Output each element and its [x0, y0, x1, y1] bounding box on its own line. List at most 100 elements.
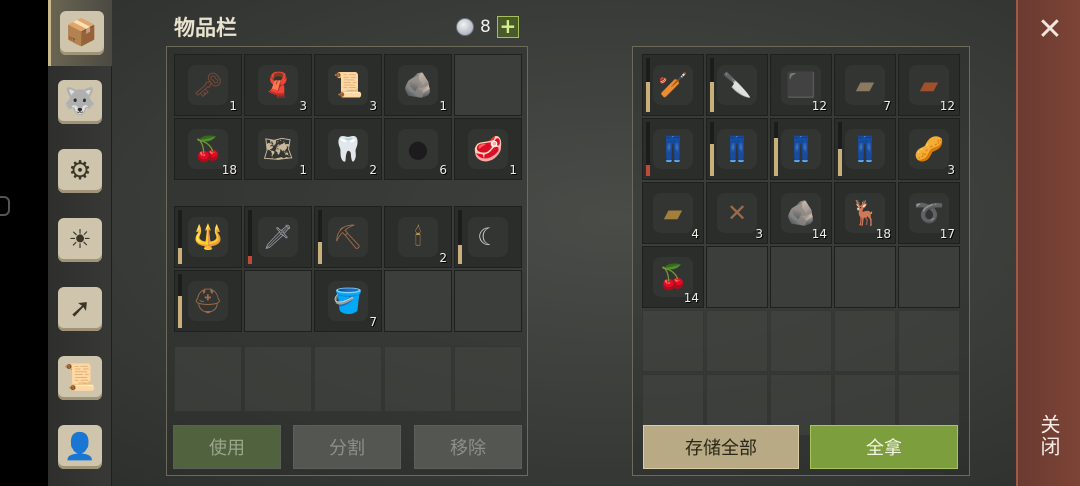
empty-slot[interactable]	[706, 310, 768, 372]
empty-slot[interactable]	[384, 346, 452, 412]
empty-slot[interactable]	[898, 246, 960, 308]
item-slot[interactable]: ▰ 4	[642, 182, 704, 244]
empty-slot[interactable]	[642, 310, 704, 372]
item-slot[interactable]: 📜 3	[314, 54, 382, 116]
item-count: 7	[369, 315, 377, 329]
item-slot[interactable]: ▰ 7	[834, 54, 896, 116]
empty-slot[interactable]	[244, 346, 312, 412]
crafting-tab-icon: ⚙	[58, 149, 102, 193]
empty-slot[interactable]	[384, 270, 452, 332]
item-slot[interactable]: ● 6	[384, 118, 452, 180]
item-slot[interactable]: 🥜 3	[898, 118, 960, 180]
item-slot[interactable]: 👖	[706, 118, 768, 180]
side-tab[interactable]: 👤	[48, 414, 112, 480]
empty-slot[interactable]	[454, 54, 522, 116]
durability-bar	[178, 210, 182, 264]
item-slot[interactable]: 🔱	[174, 206, 242, 268]
item-count: 4	[691, 227, 699, 241]
durability-bar	[178, 274, 182, 328]
hide-scroll-icon: 📜	[328, 65, 368, 105]
store-all-button[interactable]: 存储全部	[643, 425, 799, 469]
durability-fill	[178, 247, 182, 264]
scroll-tab-icon: 📜	[58, 356, 102, 400]
durability-fill	[646, 82, 650, 112]
side-tab[interactable]: ➚	[48, 276, 112, 342]
item-count: 7	[883, 99, 891, 113]
item-slot[interactable]: 🧣 3	[244, 54, 312, 116]
item-slot[interactable]: 🗝 1	[174, 54, 242, 116]
durability-bar	[318, 210, 322, 264]
item-slot[interactable]: 🍒 14	[642, 246, 704, 308]
take-all-button[interactable]: 全拿	[810, 425, 958, 469]
item-slot[interactable]: 🥩 1	[454, 118, 522, 180]
durability-bar	[248, 210, 252, 264]
empty-slot[interactable]	[706, 246, 768, 308]
empty-slot[interactable]	[834, 310, 896, 372]
close-icon[interactable]: ✕	[1032, 12, 1068, 48]
empty-slot[interactable]	[174, 346, 242, 412]
coal-icon: ●	[398, 129, 438, 169]
empty-slot[interactable]	[454, 346, 522, 412]
item-slot[interactable]: 🪨 14	[770, 182, 832, 244]
stone-icon: 🪨	[398, 65, 438, 105]
durability-bar	[774, 122, 778, 176]
side-tab[interactable]: ⚙	[48, 138, 112, 204]
item-slot[interactable]: ➰ 17	[898, 182, 960, 244]
side-tab[interactable]: 🐺	[48, 69, 112, 135]
split-button[interactable]: 分割	[293, 425, 401, 469]
item-slot[interactable]: 🗡	[244, 206, 312, 268]
side-tab[interactable]: ☀	[48, 207, 112, 273]
item-slot[interactable]: 🕯 2	[384, 206, 452, 268]
item-slot[interactable]: 🗺 1	[244, 118, 312, 180]
plank-icon: ▰	[845, 65, 885, 105]
currency-display: 8 +	[456, 16, 519, 38]
durability-fill	[774, 138, 778, 176]
item-slot[interactable]: 👖	[642, 118, 704, 180]
item-count: 3	[947, 163, 955, 177]
add-currency-button[interactable]: +	[496, 16, 519, 38]
map-scroll-icon: 🗺	[258, 129, 298, 169]
shovel-icon: ⛏	[328, 217, 368, 257]
empty-slot[interactable]	[770, 310, 832, 372]
item-count: 3	[299, 99, 307, 113]
durability-fill	[710, 143, 714, 176]
item-slot[interactable]: ⬛ 12	[770, 54, 832, 116]
item-slot[interactable]: 🪣 7	[314, 270, 382, 332]
empty-slot[interactable]	[770, 246, 832, 308]
durability-bar	[710, 122, 714, 176]
item-slot[interactable]: ☾	[454, 206, 522, 268]
item-slot[interactable]: 🔪	[706, 54, 768, 116]
remove-button[interactable]: 移除	[414, 425, 522, 469]
empty-slot[interactable]	[898, 310, 960, 372]
item-slot[interactable]: 🦷 2	[314, 118, 382, 180]
item-slot[interactable]: ⛑	[174, 270, 242, 332]
nuts-icon: 🥜	[909, 129, 949, 169]
item-slot[interactable]: 🪨 1	[384, 54, 452, 116]
item-slot[interactable]: 👖	[770, 118, 832, 180]
item-slot[interactable]: 👖	[834, 118, 896, 180]
empty-slot[interactable]	[244, 270, 312, 332]
use-button[interactable]: 使用	[173, 425, 281, 469]
item-slot[interactable]: ✕ 3	[706, 182, 768, 244]
durability-fill	[178, 295, 182, 328]
empty-slot[interactable]	[834, 246, 896, 308]
item-slot[interactable]: 🦌 18	[834, 182, 896, 244]
item-slot[interactable]: ▰ 12	[898, 54, 960, 116]
pants-icon: 👖	[845, 129, 885, 169]
item-count: 2	[369, 163, 377, 177]
durability-fill	[838, 149, 842, 176]
currency-count: 8	[480, 17, 491, 37]
sickle-icon: ☾	[468, 217, 508, 257]
item-slot[interactable]: ⛏	[314, 206, 382, 268]
side-tab[interactable]: 📜	[48, 345, 112, 411]
machete-icon: 🔪	[717, 65, 757, 105]
item-slot[interactable]: 🍒 18	[174, 118, 242, 180]
candle-icon: 🕯	[398, 217, 438, 257]
close-label[interactable]: 关闭	[1032, 414, 1064, 458]
side-tab[interactable]: 📦	[48, 0, 112, 66]
empty-slot[interactable]	[314, 346, 382, 412]
durability-bar	[458, 210, 462, 264]
empty-slot[interactable]	[454, 270, 522, 332]
item-slot[interactable]: 🏏	[642, 54, 704, 116]
key-icon: 🗝	[188, 65, 228, 105]
